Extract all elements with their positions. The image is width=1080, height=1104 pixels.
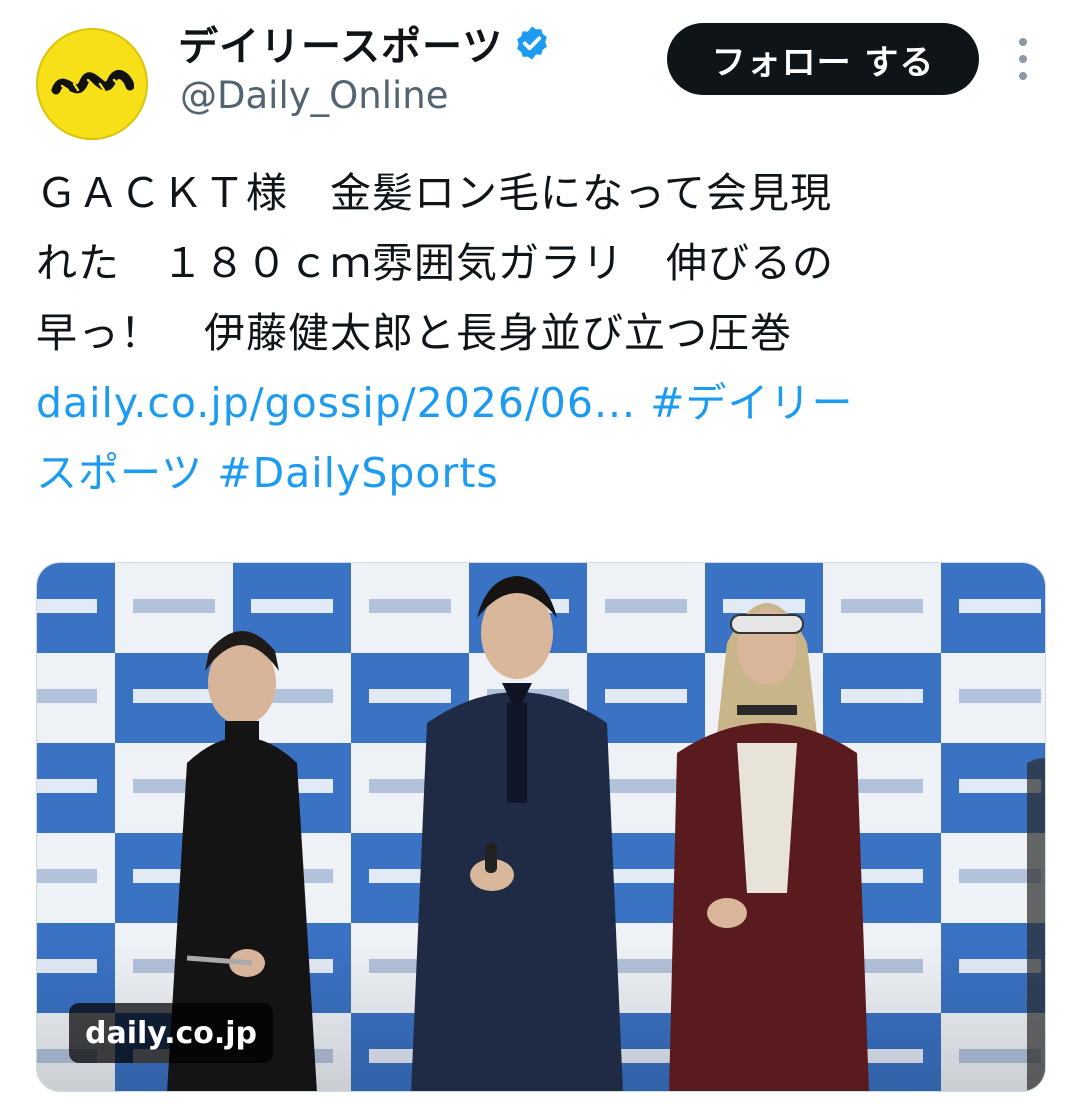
follow-button[interactable]: フォロー する — [667, 23, 979, 95]
hashtag-daily-sports-jp-cont[interactable]: スポーツ — [36, 449, 203, 497]
account-handle[interactable]: @Daily_Online — [180, 74, 448, 117]
more-dot — [1019, 55, 1027, 63]
more-dot — [1019, 38, 1027, 46]
article-link[interactable]: daily.co.jp/gossip/2026/06... — [36, 379, 636, 427]
media-source-label: daily.co.jp — [69, 1003, 274, 1063]
avatar[interactable] — [36, 28, 148, 140]
display-name-text[interactable]: デイリースポーツ — [178, 14, 503, 72]
hashtag-daily-sports-jp[interactable]: #デイリー — [650, 379, 853, 427]
tweet-links-line: daily.co.jp/gossip/2026/06... #デイリー — [36, 368, 1046, 438]
tweet-text: ＧＡＣＫＴ様 金髪ロン毛になって会見現 れた １８０ｃｍ雰囲気ガラリ 伸びるの … — [36, 158, 1046, 508]
tweet-photo[interactable]: daily.co.jp — [36, 562, 1046, 1092]
verified-badge-icon — [517, 26, 548, 60]
daily-sports-logo-icon — [51, 70, 134, 95]
tweet-text-line: 早っ！ 伊藤健太郎と長身並び立つ圧巻 — [36, 309, 792, 357]
tweet-card: デイリースポーツ @Daily_Online フォロー する ＧＡＣＫＴ様 金髪… — [0, 0, 1080, 1104]
tweet-text-line: れた １８０ｃｍ雰囲気ガラリ 伸びるの — [36, 239, 834, 287]
display-name[interactable]: デイリースポーツ — [178, 14, 551, 72]
tweet-links-line: スポーツ #DailySports — [36, 438, 1046, 508]
tweet-text-line: ＧＡＣＫＴ様 金髪ロン毛になって会見現 — [36, 169, 832, 217]
more-dot — [1019, 72, 1027, 80]
more-options-icon[interactable] — [1013, 38, 1033, 80]
hashtag-dailysports[interactable]: #DailySports — [217, 449, 499, 497]
